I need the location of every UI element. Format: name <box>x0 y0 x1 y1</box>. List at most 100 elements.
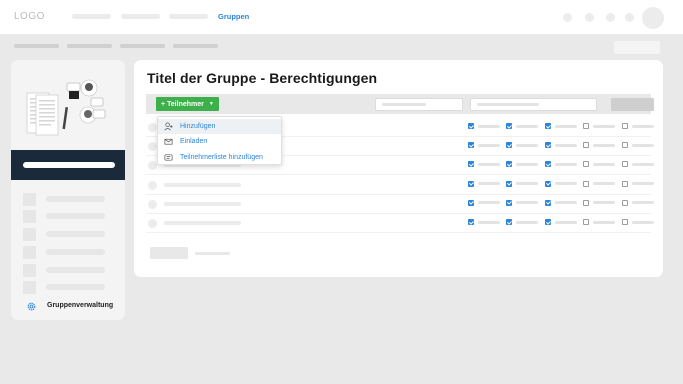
permission-cell <box>583 199 615 206</box>
permission-checkbox[interactable] <box>468 161 474 168</box>
permission-cell <box>506 180 538 187</box>
filter-input[interactable] <box>375 98 463 111</box>
permission-cell <box>545 123 577 129</box>
sidebar-item-label[interactable] <box>46 267 105 273</box>
sidebar-item-icon[interactable] <box>23 193 36 206</box>
permission-checkbox[interactable] <box>583 142 589 149</box>
breadcrumb-item[interactable] <box>14 44 59 48</box>
sidebar-item-label[interactable] <box>46 231 105 237</box>
sidebar-item-icon[interactable] <box>23 264 36 277</box>
permission-checkbox[interactable] <box>622 123 628 129</box>
sidebar-item-icon[interactable] <box>23 281 36 294</box>
sidebar-item-label[interactable] <box>46 196 105 202</box>
menu-item-teilnehmerliste[interactable]: Teilnehmerliste hinzufügen <box>158 150 281 165</box>
permission-checkbox[interactable] <box>468 180 474 187</box>
add-participant-button[interactable]: + Teilnehmer ▼ <box>156 97 219 111</box>
permission-checkbox[interactable] <box>545 142 551 149</box>
add-participant-dropdown: Hinzufügen Einladen Teilnehmerliste hinz… <box>157 116 282 165</box>
permission-checkbox[interactable] <box>622 180 628 187</box>
permission-cell <box>622 161 654 168</box>
permission-checkbox[interactable] <box>468 219 474 225</box>
logo[interactable]: LOGO <box>14 11 45 22</box>
permission-checkbox[interactable] <box>583 161 589 168</box>
permission-checkbox[interactable] <box>468 199 474 206</box>
sidebar-item-icon[interactable] <box>23 246 36 259</box>
permission-checkbox[interactable] <box>506 199 512 206</box>
permission-checkbox[interactable] <box>583 199 589 206</box>
sidebar-item-label[interactable] <box>46 249 105 255</box>
permission-label-placeholder <box>555 162 577 166</box>
permission-label-placeholder <box>632 182 654 186</box>
permission-checkbox[interactable] <box>545 123 551 129</box>
permission-checkbox[interactable] <box>545 161 551 168</box>
nav-item-placeholder[interactable] <box>121 14 160 19</box>
page-title: Titel der Gruppe - Berechtigungen <box>147 70 378 86</box>
breadcrumb-item[interactable] <box>67 44 112 48</box>
sidebar: Gruppenverwaltung <box>11 60 125 320</box>
sidebar-item-gruppenverwaltung[interactable]: Gruppenverwaltung <box>11 296 125 320</box>
sidebar-item-label[interactable] <box>46 213 105 219</box>
nav-icon-placeholder[interactable] <box>606 13 615 22</box>
breadcrumb-item[interactable] <box>173 44 218 48</box>
nav-icon-placeholder[interactable] <box>625 13 634 22</box>
permission-checkbox[interactable] <box>622 161 628 168</box>
permission-cell <box>583 219 615 225</box>
permission-cell <box>622 123 654 129</box>
row-avatar <box>148 219 157 228</box>
permission-checkbox[interactable] <box>622 219 628 225</box>
permission-checkbox[interactable] <box>622 142 628 149</box>
sidebar-item-label[interactable] <box>46 284 105 290</box>
permission-checkbox[interactable] <box>583 180 589 187</box>
nav-item-gruppen[interactable]: Gruppen <box>218 12 249 21</box>
header-action-button[interactable] <box>614 41 660 54</box>
menu-item-label: Einladen <box>180 138 208 145</box>
search-input[interactable] <box>470 98 597 111</box>
row-name-placeholder <box>164 182 241 187</box>
permission-label-placeholder <box>478 182 500 186</box>
permission-checkbox[interactable] <box>506 142 512 149</box>
permission-label-placeholder <box>555 201 577 205</box>
menu-item-hinzufuegen[interactable]: Hinzufügen <box>158 119 281 134</box>
permission-cell <box>506 161 538 168</box>
nav-icon-placeholder[interactable] <box>585 13 594 22</box>
pagination-button[interactable] <box>150 247 188 259</box>
table-row <box>146 176 654 195</box>
top-navigation-bar: LOGO Gruppen <box>0 0 683 35</box>
table-row <box>146 195 654 214</box>
group-name-placeholder <box>23 162 115 168</box>
permission-checkbox[interactable] <box>468 142 474 149</box>
permission-label-placeholder <box>478 124 500 128</box>
row-avatar <box>148 123 157 132</box>
permission-cell <box>468 161 500 168</box>
permission-label-placeholder <box>516 143 538 147</box>
sidebar-item-icon[interactable] <box>23 228 36 241</box>
permission-checkbox[interactable] <box>545 219 551 225</box>
permission-checkbox[interactable] <box>545 180 551 187</box>
permission-checkbox[interactable] <box>468 123 474 129</box>
sidebar-item-icon[interactable] <box>23 210 36 223</box>
menu-item-einladen[interactable]: Einladen <box>158 134 281 149</box>
permission-label-placeholder <box>516 220 538 224</box>
toolbar-action-button[interactable] <box>611 98 654 111</box>
nav-item-placeholder[interactable] <box>72 14 111 19</box>
permission-checkbox[interactable] <box>506 123 512 129</box>
breadcrumb-item[interactable] <box>120 44 165 48</box>
permission-label-placeholder <box>632 201 654 205</box>
permission-cell <box>545 142 577 149</box>
permission-checkbox[interactable] <box>583 219 589 225</box>
permission-checkbox[interactable] <box>506 219 512 225</box>
permission-cell <box>545 219 577 225</box>
permission-cell <box>545 161 577 168</box>
permission-checkbox[interactable] <box>622 199 628 206</box>
permission-label-placeholder <box>555 220 577 224</box>
nav-item-placeholder[interactable] <box>169 14 208 19</box>
nav-icon-placeholder[interactable] <box>563 13 572 22</box>
permission-checkbox[interactable] <box>583 123 589 129</box>
permission-label-placeholder <box>593 201 615 205</box>
permission-checkbox[interactable] <box>545 199 551 206</box>
permission-checkbox[interactable] <box>506 161 512 168</box>
permission-cell <box>622 219 654 225</box>
avatar[interactable] <box>642 7 664 29</box>
permission-checkbox[interactable] <box>506 180 512 187</box>
menu-item-label: Hinzufügen <box>180 123 216 130</box>
